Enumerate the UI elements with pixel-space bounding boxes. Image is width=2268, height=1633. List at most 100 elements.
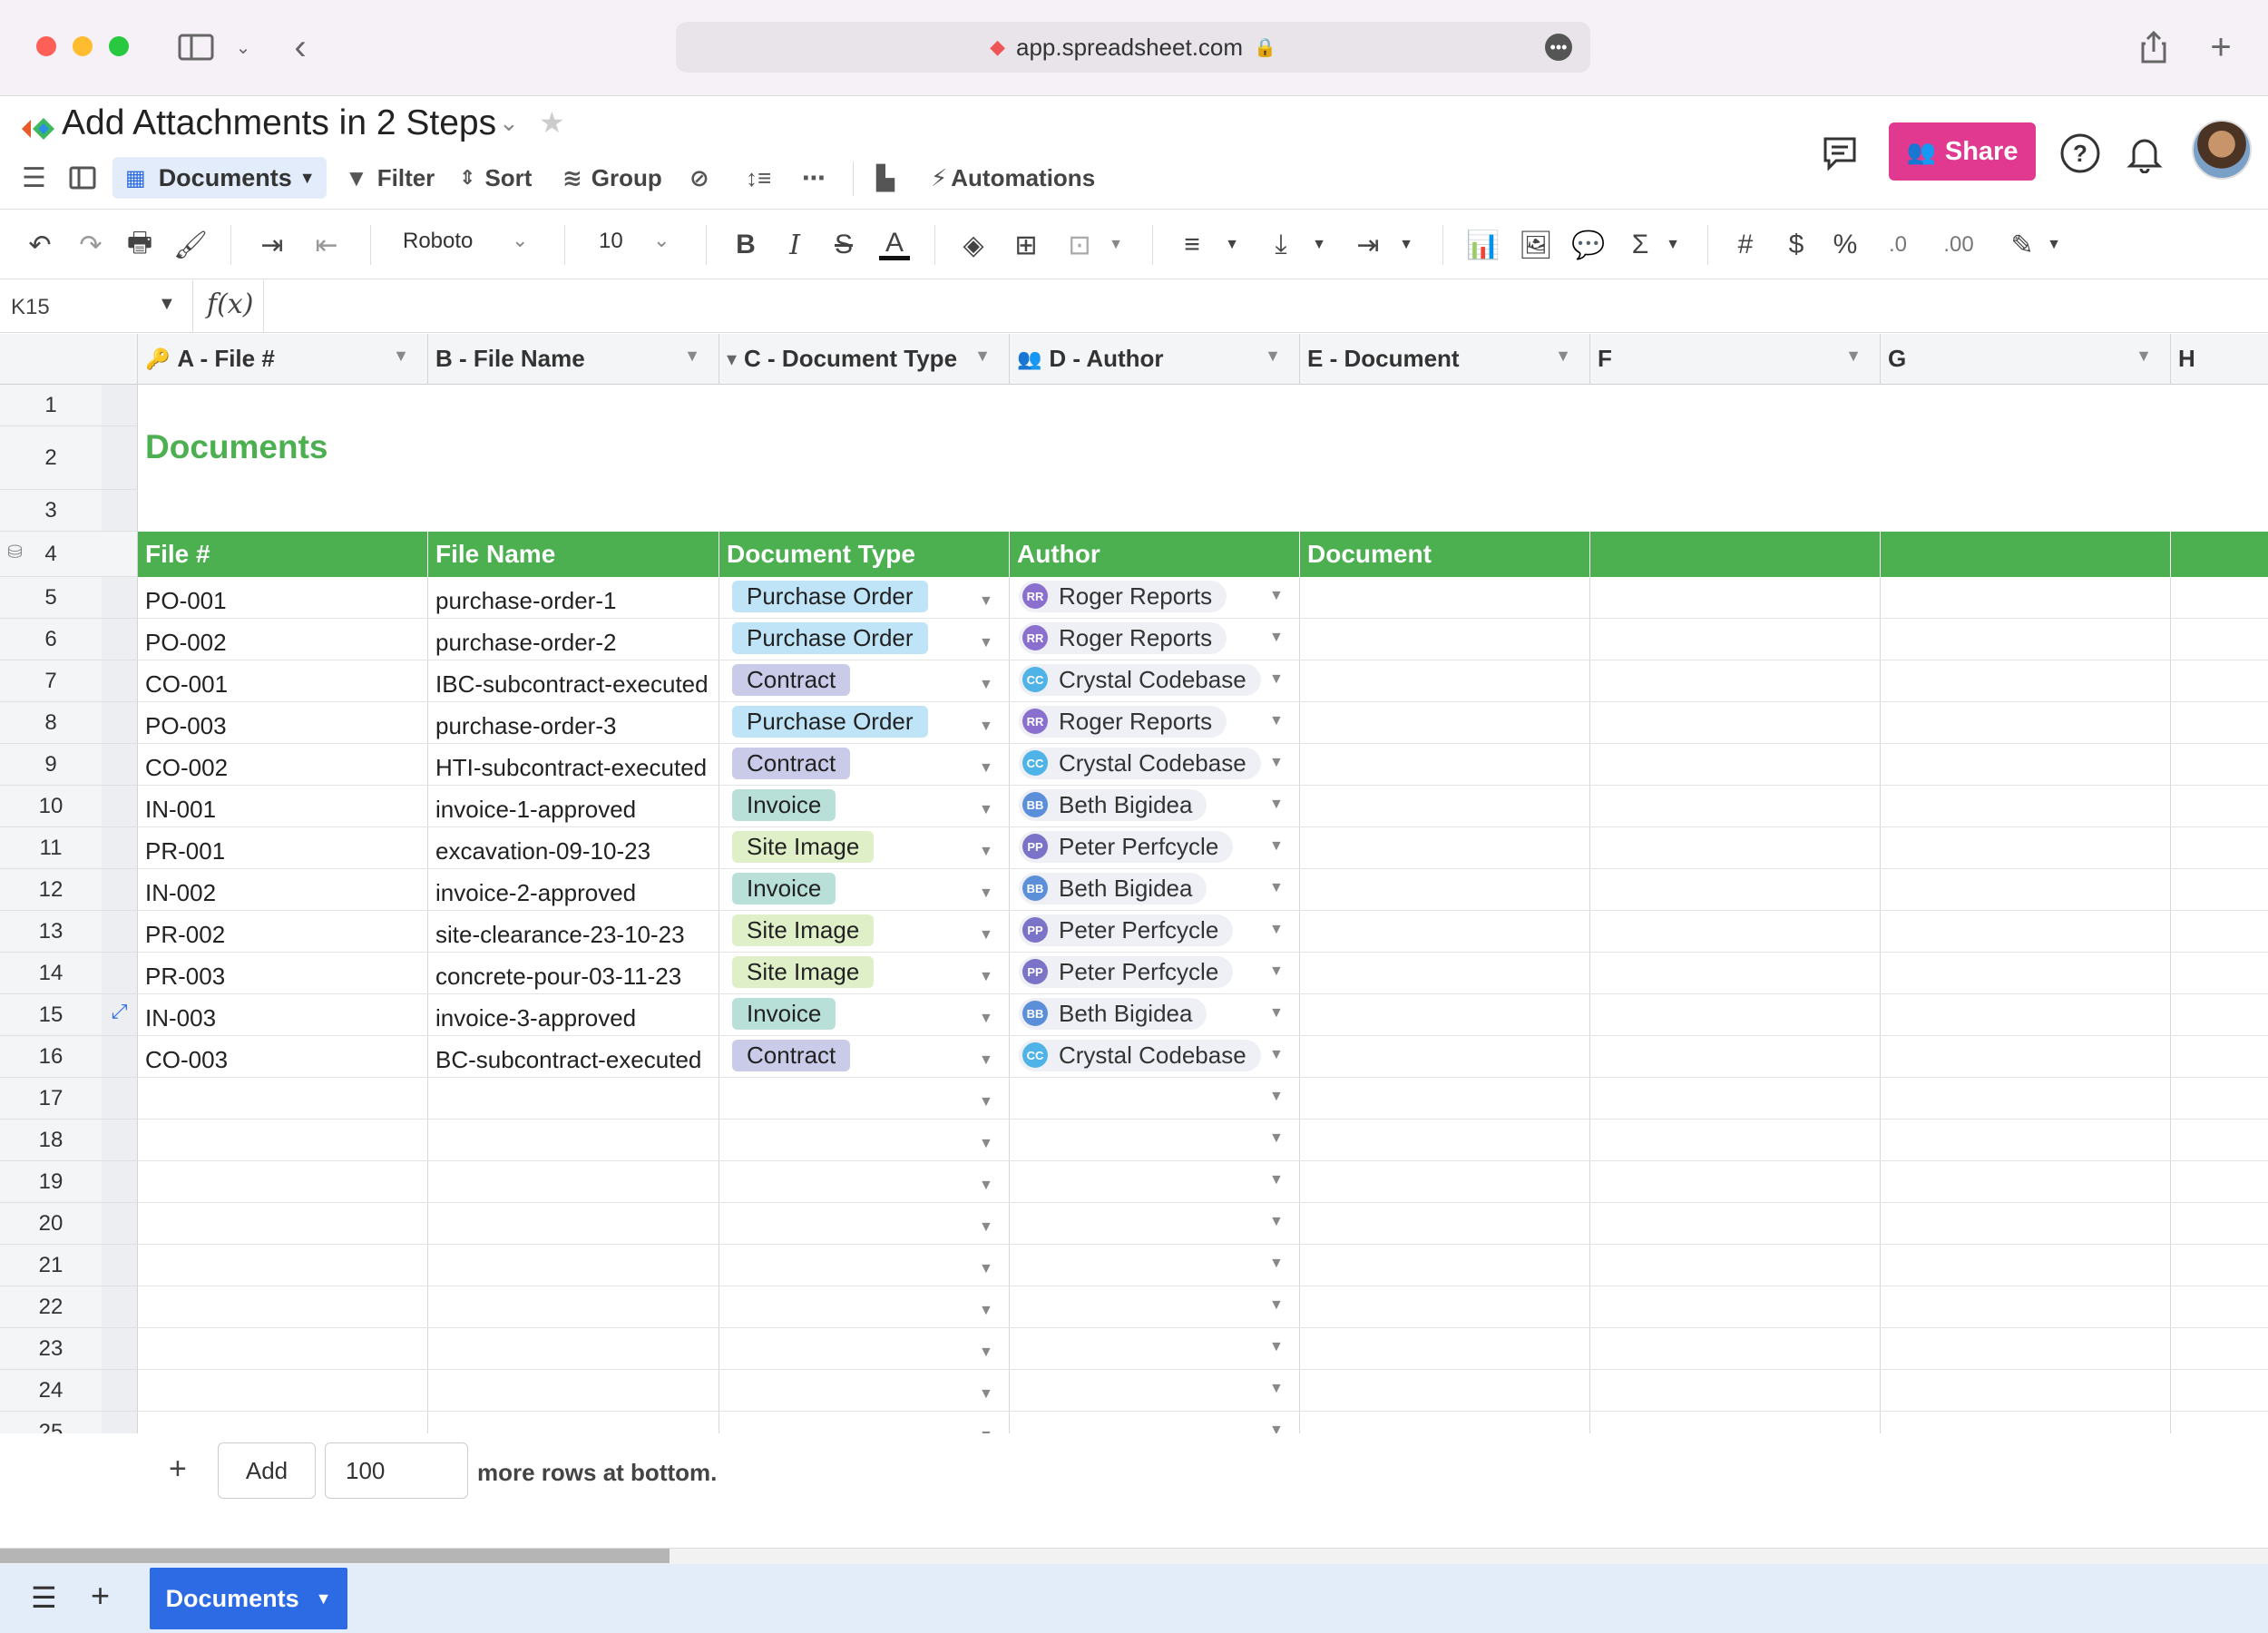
table-cell[interactable]: Contract	[719, 1036, 1010, 1078]
table-cell[interactable]	[1300, 1245, 1590, 1286]
table-cell[interactable]	[1010, 490, 1300, 532]
table-cell[interactable]	[1881, 660, 2171, 702]
table-cell[interactable]: PO-002	[138, 619, 428, 660]
table-cell[interactable]	[1881, 490, 2171, 532]
table-cell[interactable]	[2171, 1286, 2268, 1328]
row-header[interactable]: 12	[0, 869, 102, 911]
table-cell[interactable]	[1010, 426, 1300, 490]
table-cell[interactable]: RR Roger Reports	[1010, 702, 1300, 744]
table-cell[interactable]	[1590, 786, 1881, 827]
table-cell[interactable]	[2171, 619, 2268, 660]
cell-dropdown-icon[interactable]: ▼	[1269, 1130, 1284, 1147]
table-cell[interactable]	[428, 1328, 719, 1370]
close-window-button[interactable]	[36, 36, 56, 56]
table-cell[interactable]	[138, 1161, 428, 1203]
table-header-cell[interactable]: Document Type	[719, 532, 1010, 577]
table-cell[interactable]	[1590, 911, 1881, 953]
row-gutter[interactable]	[102, 385, 138, 426]
cell-dropdown-icon[interactable]: ▼	[979, 1261, 993, 1277]
table-cell[interactable]	[138, 1370, 428, 1412]
table-cell[interactable]	[719, 426, 1010, 490]
table-cell[interactable]	[719, 1286, 1010, 1328]
table-cell[interactable]	[2171, 786, 2268, 827]
table-cell[interactable]: purchase-order-1	[428, 577, 719, 619]
group-button[interactable]: ≋ Group	[562, 160, 662, 196]
percent-format-icon[interactable]: %	[1829, 227, 1862, 263]
table-cell[interactable]: PO-001	[138, 577, 428, 619]
table-cell[interactable]	[2171, 911, 2268, 953]
caret-down-icon[interactable]: ▼	[1395, 227, 1417, 263]
table-cell[interactable]: excavation-09-10-23	[428, 827, 719, 869]
table-cell[interactable]	[1010, 1203, 1300, 1245]
row-gutter[interactable]	[102, 426, 138, 490]
table-cell[interactable]	[1881, 1370, 2171, 1412]
table-cell[interactable]	[138, 1203, 428, 1245]
column-header[interactable]: H	[2171, 334, 2268, 385]
row-gutter[interactable]	[102, 1412, 138, 1433]
table-cell[interactable]: CO-003	[138, 1036, 428, 1078]
strikethrough-icon[interactable]: S	[827, 227, 860, 263]
row-header[interactable]: 16	[0, 1036, 102, 1078]
caret-down-icon[interactable]: ▼	[1662, 227, 1684, 263]
row-gutter[interactable]	[102, 660, 138, 702]
add-sheet-icon[interactable]: +	[91, 1577, 110, 1615]
table-cell[interactable]	[1590, 702, 1881, 744]
table-cell[interactable]	[1300, 1036, 1590, 1078]
table-cell[interactable]: CC Crystal Codebase	[1010, 744, 1300, 786]
increase-decimal-icon[interactable]: .00	[1936, 227, 1981, 263]
cell-dropdown-icon[interactable]: ▼	[1269, 922, 1284, 938]
vertical-align-icon[interactable]: ⤓	[1265, 227, 1297, 263]
star-icon[interactable]: ★	[539, 105, 565, 140]
table-cell[interactable]	[1881, 1328, 2171, 1370]
sidebar-toggle-icon[interactable]	[176, 29, 216, 65]
row-header[interactable]: 3	[0, 490, 102, 532]
cell-dropdown-icon[interactable]: ▼	[979, 677, 993, 693]
table-cell[interactable]	[1881, 426, 2171, 490]
table-cell[interactable]	[1300, 702, 1590, 744]
table-cell[interactable]	[1300, 786, 1590, 827]
table-cell[interactable]	[2171, 1120, 2268, 1161]
merge-cells-icon[interactable]: ⊡	[1061, 227, 1098, 263]
table-cell[interactable]	[2171, 869, 2268, 911]
table-cell[interactable]	[1300, 1412, 1590, 1433]
table-cell[interactable]	[719, 1370, 1010, 1412]
cell-dropdown-icon[interactable]: ▼	[1269, 1005, 1284, 1022]
sheet-title-cell[interactable]: Documents	[145, 428, 327, 466]
table-cell[interactable]	[1300, 911, 1590, 953]
table-cell[interactable]	[719, 1161, 1010, 1203]
table-cell[interactable]	[1300, 953, 1590, 994]
table-cell[interactable]	[1300, 827, 1590, 869]
table-cell[interactable]	[1590, 827, 1881, 869]
table-cell[interactable]	[138, 1245, 428, 1286]
column-menu-icon[interactable]: ▼	[974, 347, 991, 366]
sheet-tab-documents[interactable]: Documents ▼	[150, 1568, 347, 1629]
table-cell[interactable]	[1590, 385, 1881, 426]
table-cell[interactable]: Purchase Order	[719, 577, 1010, 619]
table-cell[interactable]	[2171, 744, 2268, 786]
table-cell[interactable]	[1590, 426, 1881, 490]
table-cell[interactable]	[1590, 994, 1881, 1036]
table-cell[interactable]: Purchase Order	[719, 702, 1010, 744]
table-cell[interactable]	[138, 1120, 428, 1161]
table-cell[interactable]	[1881, 786, 2171, 827]
sheets-menu-icon[interactable]: ☰	[31, 1580, 57, 1615]
row-gutter[interactable]	[102, 1286, 138, 1328]
cell-dropdown-icon[interactable]: ▼	[979, 927, 993, 944]
column-menu-icon[interactable]: ▼	[1555, 347, 1571, 366]
table-cell[interactable]: purchase-order-2	[428, 619, 719, 660]
table-cell[interactable]	[1590, 1120, 1881, 1161]
table-cell[interactable]	[428, 1370, 719, 1412]
row-header[interactable]: 5	[0, 577, 102, 619]
page-title[interactable]: Add Attachments in 2 Steps	[62, 103, 496, 143]
table-cell[interactable]	[1590, 1370, 1881, 1412]
table-cell[interactable]	[2171, 1203, 2268, 1245]
table-cell[interactable]	[1010, 1412, 1300, 1433]
row-header[interactable]: 25	[0, 1412, 102, 1433]
table-header-cell[interactable]	[1881, 532, 2171, 577]
font-size-select[interactable]: 10	[599, 229, 623, 254]
table-cell[interactable]	[1881, 702, 2171, 744]
help-icon[interactable]: ?	[2059, 127, 2101, 180]
table-cell[interactable]	[428, 1120, 719, 1161]
table-cell[interactable]	[1590, 1328, 1881, 1370]
table-cell[interactable]: Site Image	[719, 827, 1010, 869]
